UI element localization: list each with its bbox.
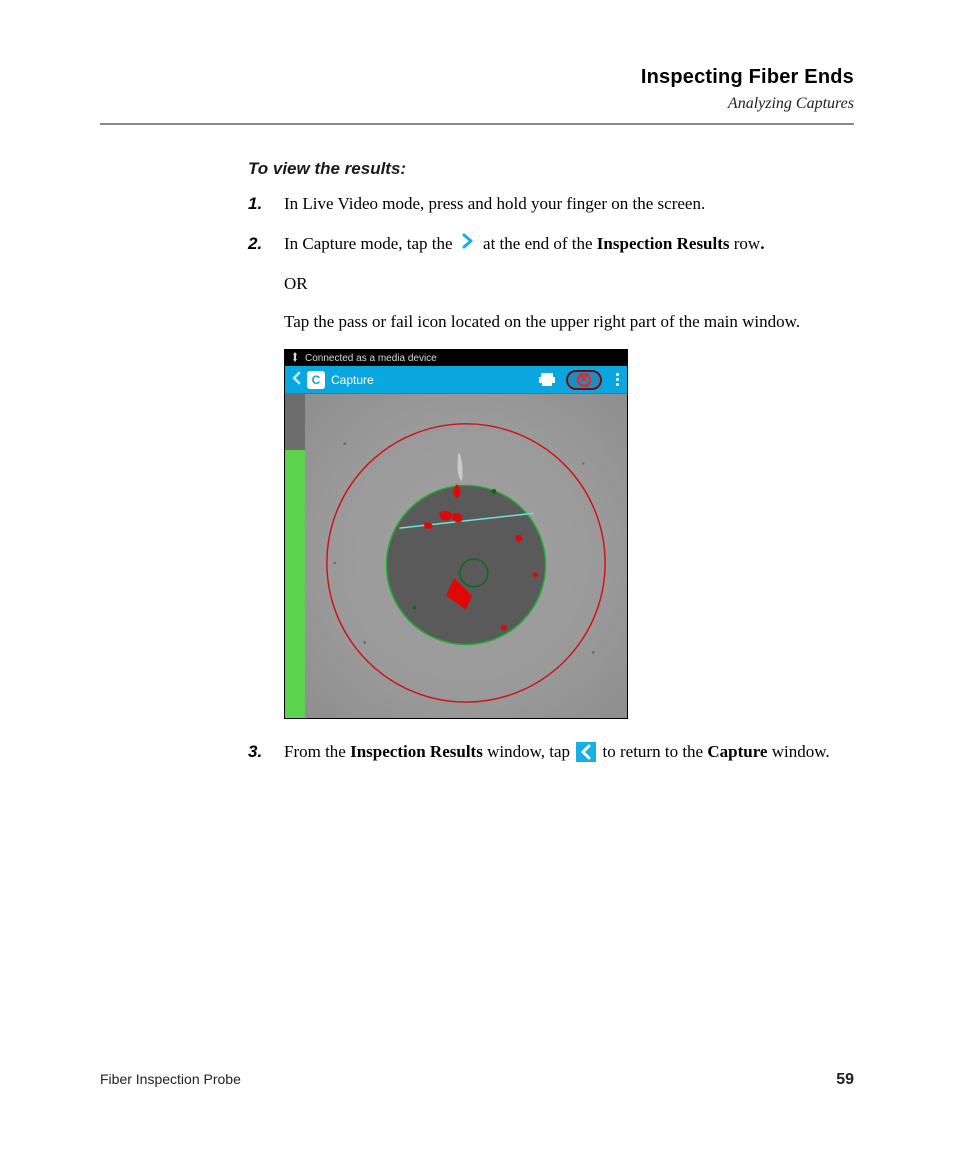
text-bold: .	[760, 234, 764, 253]
fail-x-icon: ✕	[577, 373, 591, 387]
step-number: 3.	[248, 739, 284, 765]
page-footer: Fiber Inspection Probe 59	[100, 1071, 854, 1089]
result-sidebar	[285, 394, 305, 718]
back-icon[interactable]	[291, 371, 301, 388]
text-fragment: window.	[767, 742, 829, 761]
step-1: 1. In Live Video mode, press and hold yo…	[248, 191, 854, 217]
text-bold: Capture	[707, 742, 767, 761]
page-number: 59	[836, 1071, 854, 1089]
fail-status-button[interactable]: ✕	[566, 370, 602, 390]
step-number: 1.	[248, 191, 284, 217]
step-number: 2.	[248, 231, 284, 257]
step-3: 3. From the Inspection Results window, t…	[248, 739, 854, 765]
chevron-right-icon	[459, 232, 477, 258]
text-fragment: at the end of the	[483, 234, 597, 253]
step-text: In Capture mode, tap the at the end of t…	[284, 231, 854, 335]
overflow-menu-icon[interactable]	[616, 373, 619, 386]
step-text: In Live Video mode, press and hold your …	[284, 191, 854, 217]
procedure-heading: To view the results:	[248, 159, 854, 179]
text-fragment: In Capture mode, tap the	[284, 234, 457, 253]
chapter-title: Inspecting Fiber Ends	[100, 66, 854, 89]
text-fragment: row	[734, 234, 760, 253]
text-fragment: window, tap	[483, 742, 574, 761]
app-bar: C Capture ✕	[285, 366, 627, 394]
footer-doc-title: Fiber Inspection Probe	[100, 1071, 241, 1089]
section-title: Analyzing Captures	[100, 95, 854, 113]
text-fragment: to return to the	[603, 742, 708, 761]
app-logo: C	[307, 371, 325, 389]
screenshot-figure: Connected as a media device C Capture	[284, 349, 628, 719]
android-statusbar: Connected as a media device	[285, 350, 627, 366]
print-icon[interactable]	[538, 373, 556, 387]
text-or: OR	[284, 271, 854, 297]
text-bold: Inspection Results	[350, 742, 483, 761]
text-fragment: Tap the pass or fail icon located on the…	[284, 309, 854, 335]
back-button-icon	[576, 742, 596, 762]
text-fragment: From the	[284, 742, 350, 761]
statusbar-text: Connected as a media device	[305, 353, 437, 364]
step-text: From the Inspection Results window, tap …	[284, 739, 854, 765]
app-title: Capture	[331, 373, 374, 387]
text-bold: Inspection Results	[597, 234, 730, 253]
fiber-image-canvas[interactable]	[305, 394, 627, 718]
usb-icon	[291, 352, 299, 365]
header-divider	[100, 123, 854, 125]
step-2: 2. In Capture mode, tap the at the end o…	[248, 231, 854, 335]
